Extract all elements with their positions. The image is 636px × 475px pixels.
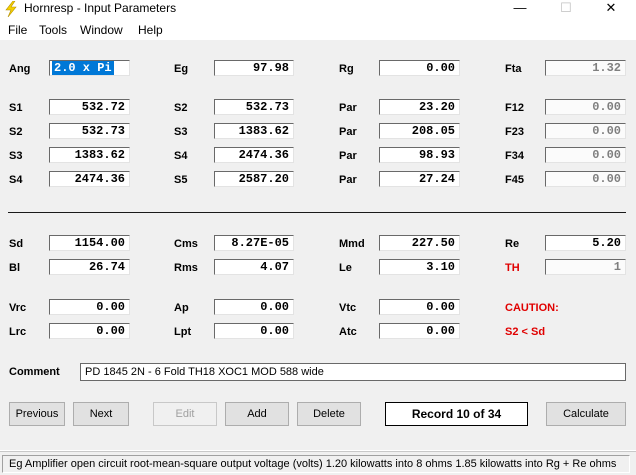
minimize-button[interactable]: —	[497, 0, 543, 20]
f12-label: F12	[505, 102, 524, 114]
vrc-field[interactable]: 0.00	[49, 299, 130, 315]
bl-label: Bl	[9, 262, 20, 274]
cms-label: Cms	[174, 238, 198, 250]
par2-label: Par	[339, 126, 357, 138]
par4-label: Par	[339, 174, 357, 186]
s4-field[interactable]: 2474.36	[49, 171, 130, 187]
s4-label: S4	[9, 174, 23, 186]
s1-field[interactable]: 532.72	[49, 99, 130, 115]
re-label: Re	[505, 238, 520, 250]
next-button[interactable]: Next	[73, 402, 129, 426]
s3-label: S3	[9, 150, 23, 162]
status-text: Eg Amplifier open circuit root-mean-squa…	[2, 455, 630, 473]
ang-value: 2.0 x Pi	[52, 61, 114, 75]
calculate-button[interactable]: Calculate	[546, 402, 626, 426]
le-field[interactable]: 3.10	[379, 259, 460, 275]
f45-field[interactable]: 0.00	[545, 171, 626, 187]
f34-label: F34	[505, 150, 524, 162]
comment-label: Comment	[9, 366, 60, 378]
close-icon: ✕	[605, 0, 617, 15]
menu-tools[interactable]: Tools	[39, 20, 67, 40]
s2-label: S2	[9, 126, 23, 138]
lpt-label: Lpt	[174, 326, 192, 338]
s2-field[interactable]: 532.73	[49, 123, 130, 139]
par3-label: Par	[339, 150, 357, 162]
fta-label: Fta	[505, 63, 522, 75]
ap-label: Ap	[174, 302, 189, 314]
input-parameters-panel: Ang 2.0 x Pi Eg 97.98 Rg 0.00 Fta 1.32 S…	[0, 40, 636, 450]
vtc-label: Vtc	[339, 302, 357, 314]
col2-s3-label: S3	[174, 126, 188, 138]
menu-help[interactable]: Help	[138, 20, 163, 40]
vrc-label: Vrc	[9, 302, 27, 314]
caution-title: CAUTION:	[505, 302, 559, 314]
par2-field[interactable]: 208.05	[379, 123, 460, 139]
f34-field[interactable]: 0.00	[545, 147, 626, 163]
rg-label: Rg	[339, 63, 354, 75]
par3-field[interactable]: 98.93	[379, 147, 460, 163]
delete-button[interactable]: Delete	[297, 402, 361, 426]
col2-s5-label: S5	[174, 174, 188, 186]
th-label: TH	[505, 262, 520, 274]
atc-field[interactable]: 0.00	[379, 323, 460, 339]
lightning-app-icon	[5, 1, 17, 17]
eg-label: Eg	[174, 63, 189, 75]
f12-field[interactable]: 0.00	[545, 99, 626, 115]
s3-field[interactable]: 1383.62	[49, 147, 130, 163]
title-bar: Hornresp - Input Parameters — ☐ ✕	[0, 0, 636, 20]
status-bar: Eg Amplifier open circuit root-mean-squa…	[0, 451, 636, 475]
ap-field[interactable]: 0.00	[214, 299, 294, 315]
previous-button[interactable]: Previous	[9, 402, 65, 426]
atc-label: Atc	[339, 326, 357, 338]
maximize-icon: ☐	[560, 0, 572, 15]
par1-field[interactable]: 23.20	[379, 99, 460, 115]
par1-label: Par	[339, 102, 357, 114]
minimize-icon: —	[513, 0, 527, 15]
fta-field[interactable]: 1.32	[545, 60, 626, 76]
window-title: Hornresp - Input Parameters	[24, 1, 177, 15]
ang-label: Ang	[9, 63, 31, 75]
edit-button[interactable]: Edit	[153, 402, 217, 426]
lpt-field[interactable]: 0.00	[214, 323, 294, 339]
rg-field[interactable]: 0.00	[379, 60, 460, 76]
close-button[interactable]: ✕	[588, 0, 634, 20]
menu-file[interactable]: File	[8, 20, 27, 40]
th-field[interactable]: 1	[545, 259, 626, 275]
caution-message: S2 < Sd	[505, 326, 546, 338]
bl-field[interactable]: 26.74	[49, 259, 130, 275]
record-indicator: Record 10 of 34	[385, 402, 528, 426]
s1-label: S1	[9, 102, 23, 114]
comment-field[interactable]: PD 1845 2N - 6 Fold TH18 XOC1 MOD 588 wi…	[80, 363, 626, 381]
re-field[interactable]: 5.20	[545, 235, 626, 251]
col2-s4-label: S4	[174, 150, 188, 162]
col2-s4-field[interactable]: 2474.36	[214, 147, 294, 163]
menu-window[interactable]: Window	[80, 20, 123, 40]
sd-field[interactable]: 1154.00	[49, 235, 130, 251]
add-button[interactable]: Add	[225, 402, 289, 426]
rms-label: Rms	[174, 262, 198, 274]
le-label: Le	[339, 262, 352, 274]
col2-s3-field[interactable]: 1383.62	[214, 123, 294, 139]
par4-field[interactable]: 27.24	[379, 171, 460, 187]
vtc-field[interactable]: 0.00	[379, 299, 460, 315]
f23-label: F23	[505, 126, 524, 138]
col2-s5-field[interactable]: 2587.20	[214, 171, 294, 187]
col2-s2-field[interactable]: 532.73	[214, 99, 294, 115]
f45-label: F45	[505, 174, 524, 186]
cms-field[interactable]: 8.27E-05	[214, 235, 294, 251]
col2-s2-label: S2	[174, 102, 188, 114]
f23-field[interactable]: 0.00	[545, 123, 626, 139]
ang-field[interactable]: 2.0 x Pi	[49, 60, 130, 76]
rms-field[interactable]: 4.07	[214, 259, 294, 275]
eg-field[interactable]: 97.98	[214, 60, 294, 76]
sd-label: Sd	[9, 238, 24, 250]
lrc-field[interactable]: 0.00	[49, 323, 130, 339]
section-divider	[8, 212, 626, 213]
mmd-field[interactable]: 227.50	[379, 235, 460, 251]
maximize-button[interactable]: ☐	[543, 0, 589, 20]
mmd-label: Mmd	[339, 238, 365, 250]
lrc-label: Lrc	[9, 326, 27, 338]
menu-bar: File Tools Window Help	[0, 20, 636, 40]
